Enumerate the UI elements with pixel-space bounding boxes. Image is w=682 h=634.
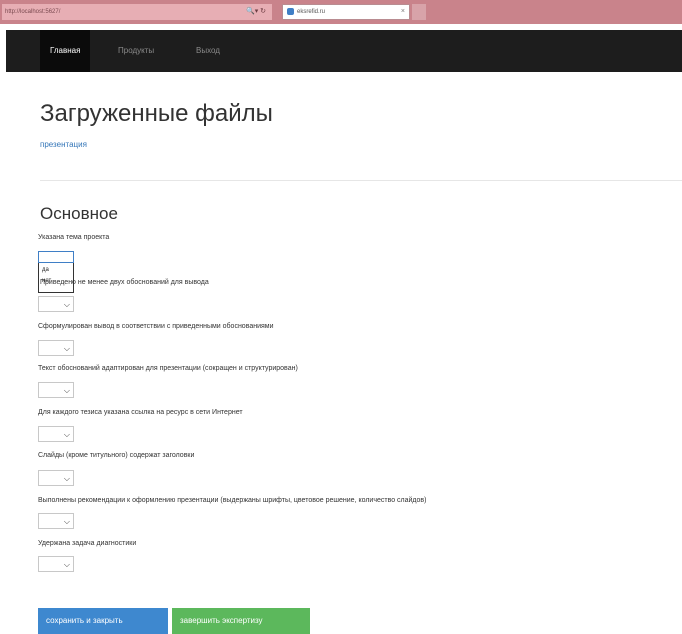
chevron-down-icon: ⌵: [63, 430, 70, 439]
criterion-select-2[interactable]: ⌵: [38, 296, 74, 312]
criterion-select-1[interactable]: [38, 251, 74, 263]
save-and-close-button[interactable]: сохранить и закрыть: [38, 608, 168, 634]
chevron-down-icon: ⌵: [63, 386, 70, 395]
criterion-label-7: Выполнены рекомендации к оформлению през…: [38, 497, 427, 504]
address-bar[interactable]: http://localhost:5627/: [2, 4, 272, 20]
navbar: Главная Продукты Выход: [6, 30, 682, 72]
nav-products[interactable]: Продукты: [108, 30, 164, 72]
chevron-down-icon: ⌵: [63, 474, 70, 483]
chevron-down-icon: ⌵: [63, 517, 70, 526]
file-link[interactable]: презентация: [40, 140, 87, 149]
tab-title: eksrefid.ru: [297, 9, 326, 15]
criterion-select-5[interactable]: ⌵: [38, 426, 74, 442]
divider: [40, 180, 682, 181]
criterion-select-6[interactable]: ⌵: [38, 470, 74, 486]
new-tab-button[interactable]: [412, 4, 426, 20]
criterion-label-5: Для каждого тезиса указана ссылка на рес…: [38, 409, 243, 416]
criterion-select-3[interactable]: ⌵: [38, 340, 74, 356]
browser-tab[interactable]: eksrefid.ru ×: [282, 4, 410, 20]
page-title: Загруженные файлы: [40, 100, 273, 127]
browser-chrome: http://localhost:5627/ 🔍▾ ↻ eksrefid.ru …: [0, 0, 682, 24]
option-yes[interactable]: да: [42, 267, 49, 273]
criterion-select-7[interactable]: ⌵: [38, 513, 74, 529]
section-title: Основное: [40, 204, 118, 223]
chevron-down-icon: ⌵: [63, 344, 70, 353]
dropdown-options: да нет: [38, 263, 74, 293]
criterion-label-1: Указана тема проекта: [38, 234, 110, 241]
criterion-label-2: Приведено не менее двух обоснований для …: [40, 279, 209, 286]
favicon-icon: [287, 8, 294, 15]
criterion-select-8[interactable]: ⌵: [38, 556, 74, 572]
chevron-down-icon: ⌵: [63, 560, 70, 569]
nav-home[interactable]: Главная: [40, 30, 91, 72]
nav-logout[interactable]: Выход: [186, 30, 230, 72]
criterion-select-4[interactable]: ⌵: [38, 382, 74, 398]
chevron-down-icon: ⌵: [63, 300, 70, 309]
search-icon[interactable]: 🔍▾ ↻: [246, 4, 282, 20]
criterion-label-3: Сформулирован вывод в соответствии с при…: [38, 323, 274, 330]
close-tab-icon[interactable]: ×: [401, 5, 405, 19]
criterion-label-8: Удержана задача диагностики: [38, 540, 137, 547]
finish-review-button[interactable]: завершить экспертизу: [172, 608, 310, 634]
criterion-label-4: Текст обоснований адаптирован для презен…: [38, 365, 298, 372]
criterion-label-6: Слайды (кроме титульного) содержат загол…: [38, 452, 195, 459]
